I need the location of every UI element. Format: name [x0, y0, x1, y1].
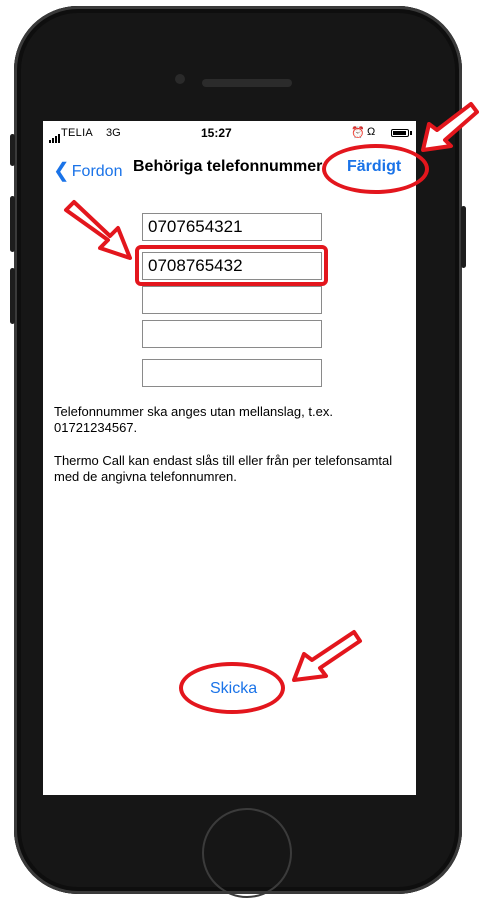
- phone-number-field-3[interactable]: [142, 286, 322, 314]
- front-camera: [175, 74, 185, 84]
- headphones-icon: Ω: [367, 126, 376, 138]
- side-button: [10, 134, 15, 166]
- alarm-icon: ⏰: [351, 127, 365, 139]
- status-bar: TELIA 3G 15:27 ⏰ Ω: [43, 121, 416, 143]
- arrow-to-status-bar-icon: [421, 102, 479, 152]
- signal-icon: [49, 129, 61, 143]
- arrow-to-second-field-icon: [64, 200, 132, 260]
- chevron-left-icon: ❮: [53, 160, 70, 182]
- phone-number-field-5[interactable]: [142, 359, 322, 387]
- earpiece-speaker: [202, 79, 292, 87]
- carrier-label: TELIA: [61, 127, 94, 139]
- home-button[interactable]: [202, 808, 292, 898]
- power-button: [461, 206, 466, 268]
- arrow-to-send-button-icon: [292, 630, 362, 682]
- page-title: Behöriga telefonnummer: [133, 158, 323, 175]
- status-time: 15:27: [201, 126, 232, 140]
- volume-up-button: [10, 196, 15, 252]
- back-label: Fordon: [71, 163, 123, 180]
- volume-down-button: [10, 268, 15, 324]
- battery-icon: [391, 129, 409, 137]
- highlight-send-button: [179, 662, 285, 714]
- battery-tip: [410, 131, 412, 135]
- thermo-call-info-text: Thermo Call kan endast slås till eller f…: [54, 453, 393, 484]
- phone-number-field-4[interactable]: [142, 320, 322, 348]
- back-button[interactable]: ❮ Fordon: [53, 157, 122, 182]
- format-hint-text: Telefonnummer ska anges utan mellanslag,…: [54, 404, 333, 435]
- highlight-done-button: [322, 144, 429, 194]
- network-type: 3G: [106, 127, 121, 139]
- phone-number-field-1[interactable]: [142, 213, 322, 241]
- highlight-second-field: [135, 245, 328, 286]
